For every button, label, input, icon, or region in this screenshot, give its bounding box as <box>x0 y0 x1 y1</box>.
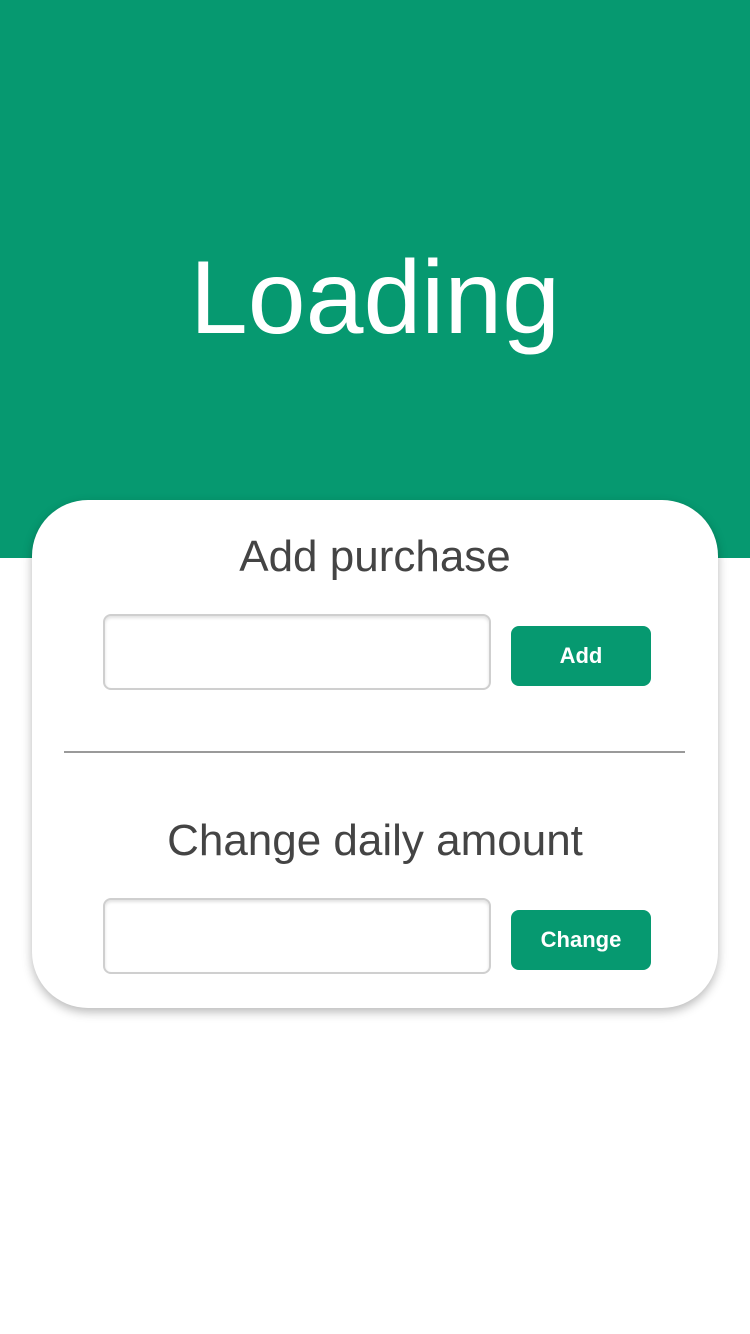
budget-card: Add purchase Add Change daily amount Cha… <box>32 500 718 1008</box>
add-button[interactable]: Add <box>511 626 651 686</box>
add-purchase-heading: Add purchase <box>239 532 511 581</box>
header-banner: Loading <box>0 0 750 558</box>
purchase-amount-input[interactable] <box>103 614 491 690</box>
loading-title: Loading <box>189 240 561 356</box>
daily-amount-input[interactable] <box>103 898 491 974</box>
change-button[interactable]: Change <box>511 910 651 970</box>
section-divider <box>64 751 685 753</box>
change-daily-amount-heading: Change daily amount <box>167 816 583 865</box>
